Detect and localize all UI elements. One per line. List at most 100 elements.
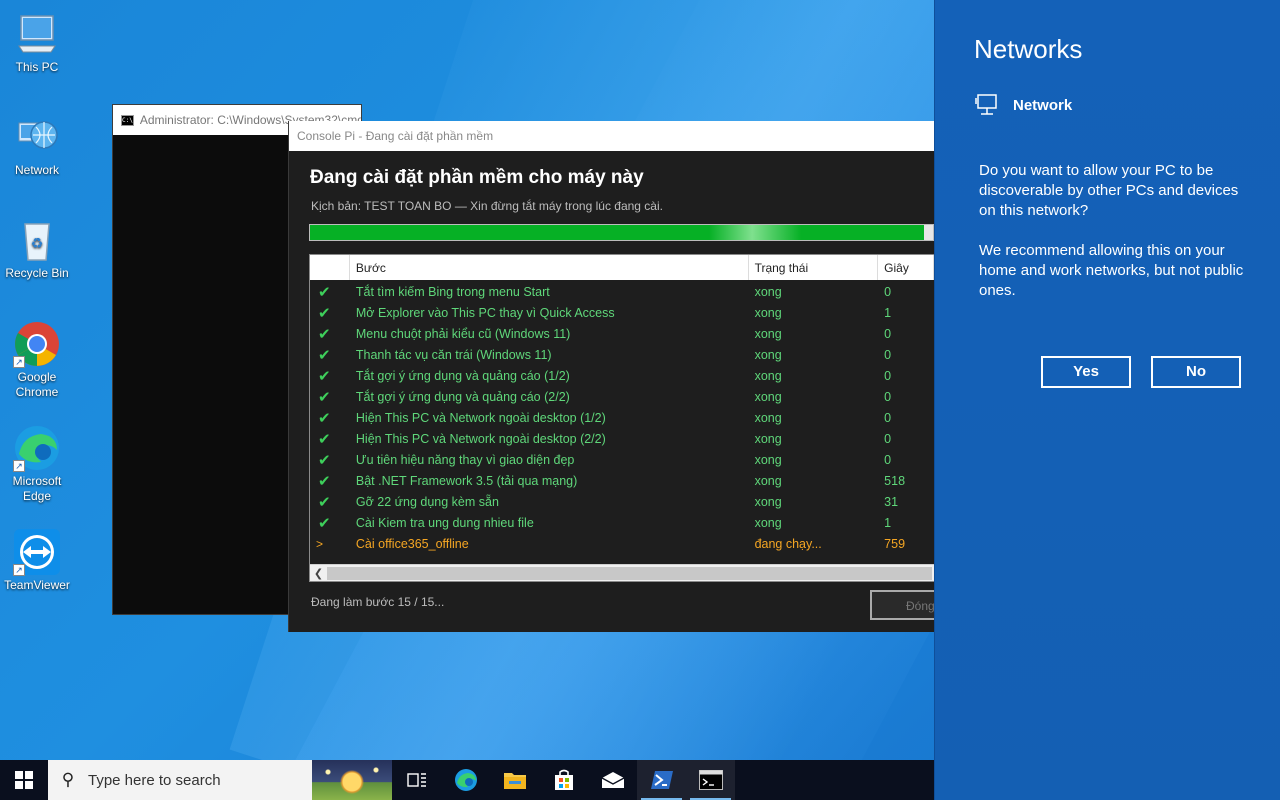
step-status: xong bbox=[754, 347, 782, 362]
shortcut-arrow-icon: ↗ bbox=[13, 564, 25, 576]
installer-titlebar[interactable]: Console Pi - Đang cài đặt phần mềm bbox=[289, 121, 934, 151]
step-status: xong bbox=[754, 452, 782, 467]
installer-window[interactable]: Console Pi - Đang cài đặt phần mềm Đang … bbox=[288, 121, 934, 632]
step-name: Ưu tiên hiệu năng thay vì giao diện đẹp bbox=[355, 452, 575, 467]
step-row[interactable]: ✔ Bật .NET Framework 3.5 (tải qua mạng) xo… bbox=[310, 470, 934, 491]
step-seconds: 0 bbox=[884, 431, 892, 446]
step-row[interactable]: ✔ Tắt gợi ý ứng dụng và quảng cáo (1/2) xo… bbox=[310, 365, 934, 386]
powershell-icon bbox=[650, 771, 673, 789]
task-view-button[interactable] bbox=[392, 760, 441, 800]
step-seconds: 518 bbox=[884, 473, 906, 488]
task-view-icon bbox=[406, 773, 426, 787]
taskbar-mail[interactable] bbox=[588, 760, 637, 800]
step-status: xong bbox=[754, 389, 782, 404]
step-name: Hiện This PC và Network ngoài desktop (1… bbox=[355, 410, 606, 425]
checkmark-icon: ✔ bbox=[318, 409, 331, 427]
header-status[interactable]: Trạng thái bbox=[749, 255, 879, 280]
step-row[interactable]: ✔ Hiện This PC và Network ngoài desktop (… bbox=[310, 407, 934, 428]
step-status: đang chạy... bbox=[754, 536, 822, 551]
desktop-icon-network[interactable]: Network bbox=[2, 113, 72, 178]
step-row[interactable]: ✔ Cài Kiem tra ung dung nhieu file xong 1 bbox=[310, 512, 934, 533]
taskbar-edge[interactable] bbox=[441, 760, 490, 800]
step-row[interactable]: ✔ Menu chuột phải kiểu cũ (Windows 11) xon… bbox=[310, 323, 934, 344]
step-status: xong bbox=[754, 326, 782, 341]
close-button[interactable]: Đóng bbox=[870, 590, 934, 620]
taskbar-search-box[interactable]: ⚲ Type here to search bbox=[48, 760, 392, 800]
network-entry[interactable]: Network bbox=[975, 94, 1072, 116]
search-highlight-illustration bbox=[312, 760, 392, 800]
step-row[interactable]: ✔ Tắt tìm kiếm Bing trong menu Start xong 0 bbox=[310, 281, 934, 302]
horizontal-scrollbar[interactable]: ❮ bbox=[310, 564, 934, 581]
installer-footer-status: Đang làm bước 15 / 15... bbox=[311, 595, 445, 609]
no-button[interactable]: No bbox=[1151, 356, 1241, 388]
svg-text:♻: ♻ bbox=[31, 236, 44, 252]
desktop-icon-google-chrome[interactable]: ↗ Google Chrome bbox=[2, 320, 72, 400]
desktop-icon-teamviewer[interactable]: ↗ TeamViewer bbox=[2, 528, 72, 593]
checkmark-icon: ✔ bbox=[318, 430, 331, 448]
step-row[interactable]: ✔ Tắt gợi ý ứng dụng và quảng cáo (2/2) xo… bbox=[310, 386, 934, 407]
step-status: xong bbox=[754, 410, 782, 425]
desktop-icon-label: TeamViewer bbox=[4, 578, 70, 592]
ethernet-icon bbox=[975, 94, 999, 116]
step-name: Tắt gợi ý ứng dụng và quảng cáo (1/2) bbox=[355, 368, 570, 383]
step-name: Thanh tác vụ căn trái (Windows 11) bbox=[355, 347, 552, 362]
recycle-bin-icon: ♻ bbox=[13, 216, 61, 264]
step-status: xong bbox=[754, 515, 782, 530]
checkmark-icon: ✔ bbox=[318, 514, 331, 532]
step-name: Cài Kiem tra ung dung nhieu file bbox=[355, 515, 534, 530]
desktop-icon-this-pc[interactable]: This PC bbox=[2, 10, 72, 75]
taskbar-store[interactable] bbox=[539, 760, 588, 800]
networks-title: Networks bbox=[974, 34, 1083, 64]
discovery-question: Do you want to allow your PC to be disco… bbox=[979, 162, 1239, 219]
step-status: xong bbox=[754, 284, 782, 299]
step-row[interactable]: ✔ Mở Explorer vào This PC thay vì Quick A… bbox=[310, 302, 934, 323]
checkmark-icon: ✔ bbox=[318, 346, 331, 364]
search-placeholder: Type here to search bbox=[88, 771, 221, 789]
step-name: Bật .NET Framework 3.5 (tải qua mạng) bbox=[355, 473, 578, 488]
checkmark-icon: ✔ bbox=[318, 493, 331, 511]
step-seconds: 0 bbox=[884, 410, 892, 425]
step-row[interactable]: ✔ Thanh tác vụ căn trái (Windows 11) xong 0 bbox=[310, 344, 934, 365]
taskbar-cmd[interactable] bbox=[686, 760, 735, 800]
installer-subtitle: Kịch bản: TEST TOAN BO — Xin đừng tắt má… bbox=[311, 199, 663, 213]
chrome-icon: ↗ bbox=[13, 320, 61, 368]
checkmark-icon: ✔ bbox=[318, 283, 331, 301]
step-status: xong bbox=[754, 368, 782, 383]
scrollbar-thumb[interactable] bbox=[327, 566, 932, 580]
step-row[interactable]: > Cài office365_offline đang chạy... 759 bbox=[310, 533, 934, 554]
scroll-left-icon[interactable]: ❮ bbox=[310, 567, 327, 580]
step-name: Menu chuột phải kiểu cũ (Windows 11) bbox=[355, 326, 571, 341]
step-seconds: 0 bbox=[884, 347, 892, 362]
steps-list-rows: ✔ Tắt tìm kiếm Bing trong menu Start xong 0… bbox=[310, 280, 934, 554]
taskbar-powershell[interactable] bbox=[637, 760, 686, 800]
checkmark-icon: ✔ bbox=[318, 325, 331, 343]
header-seconds[interactable]: Giây bbox=[878, 255, 934, 280]
step-row[interactable]: ✔ Gỡ 22 ứng dụng kèm sẵn xong 31 bbox=[310, 491, 934, 512]
mail-icon bbox=[601, 772, 624, 788]
checkmark-icon: ✔ bbox=[318, 367, 331, 385]
file-explorer-icon bbox=[503, 773, 526, 789]
installer-progress-bar bbox=[309, 224, 934, 241]
checkmark-icon: ✔ bbox=[318, 451, 331, 469]
taskbar-file-explorer[interactable] bbox=[490, 760, 539, 800]
teamviewer-icon: ↗ bbox=[13, 528, 61, 576]
start-button[interactable] bbox=[0, 760, 48, 800]
yes-button[interactable]: Yes bbox=[1041, 356, 1131, 388]
edge-icon: ↗ bbox=[13, 424, 61, 472]
checkmark-icon: ✔ bbox=[318, 472, 331, 490]
installer-window-title: Console Pi - Đang cài đặt phần mềm bbox=[297, 129, 494, 143]
computer-icon bbox=[13, 10, 61, 58]
desktop-icon-recycle-bin[interactable]: ♻ Recycle Bin bbox=[2, 216, 72, 281]
desktop-icon-microsoft-edge[interactable]: ↗ Microsoft Edge bbox=[2, 424, 72, 504]
network-discovery-prompt: Do you want to allow your PC to be disco… bbox=[979, 161, 1249, 301]
step-seconds: 759 bbox=[884, 536, 906, 551]
discovery-recommendation: We recommend allowing this on your home … bbox=[979, 242, 1244, 299]
installer-steps-list[interactable]: Bước Trạng thái Giây ✔ Tắt tìm kiếm Bing … bbox=[309, 254, 934, 582]
edge-icon bbox=[454, 769, 477, 791]
desktop-icon-label: Microsoft Edge bbox=[12, 474, 62, 503]
step-row[interactable]: ✔ Hiện This PC và Network ngoài desktop (… bbox=[310, 428, 934, 449]
header-step[interactable]: Bước bbox=[350, 255, 749, 280]
step-row[interactable]: ✔ Ưu tiên hiệu năng thay vì giao diện đẹp… bbox=[310, 449, 934, 470]
desktop-icon-label: Recycle Bin bbox=[5, 266, 69, 280]
shortcut-arrow-icon: ↗ bbox=[13, 460, 25, 472]
